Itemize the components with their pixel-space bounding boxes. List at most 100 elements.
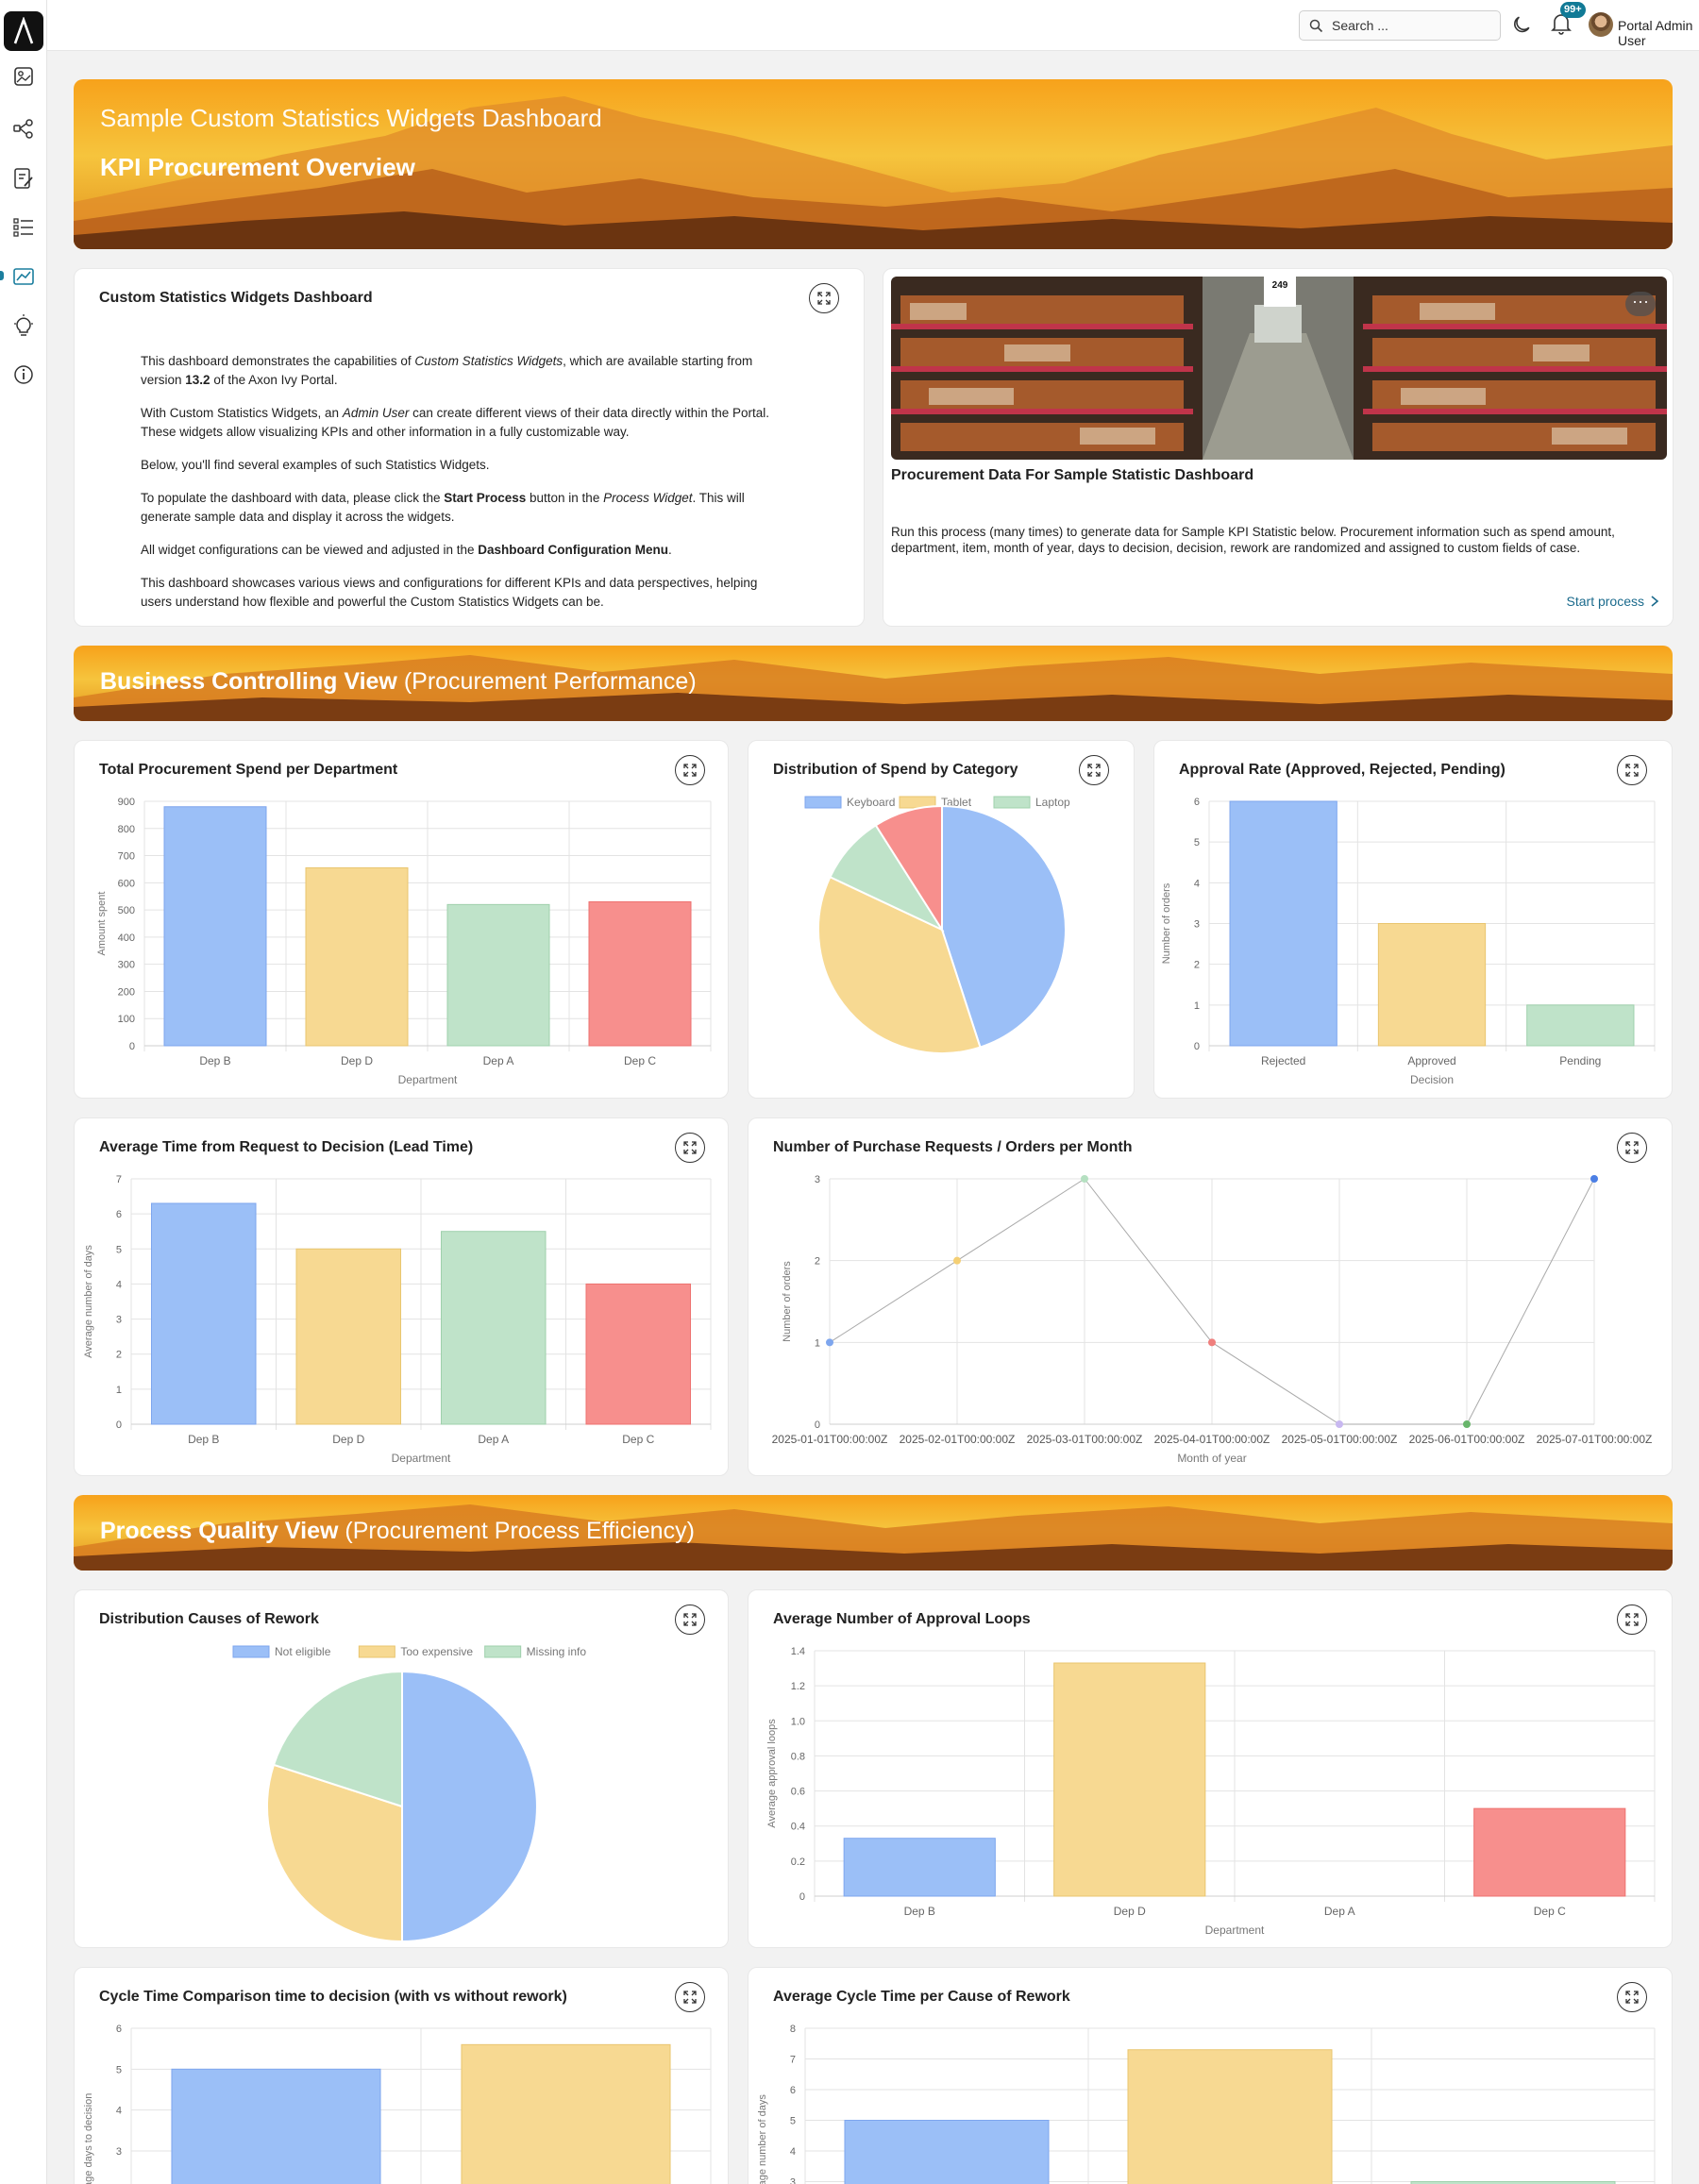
y-tick-label: 500 — [118, 905, 135, 916]
orders-chart-card: Number of Purchase Requests / Orders per… — [748, 1117, 1673, 1476]
leadtime-chart-card: Average Time from Request to Decision (L… — [74, 1117, 729, 1476]
case-list-icon[interactable] — [11, 215, 36, 240]
bar — [1053, 1662, 1206, 1897]
intro-card-title: Custom Statistics Widgets Dashboard — [99, 290, 373, 306]
y-tick-label: 5 — [116, 2064, 122, 2075]
legend-swatch — [358, 1645, 395, 1658]
section-title-business: Business Controlling View (Procurement P… — [100, 668, 697, 695]
axon-ivy-logo[interactable] — [4, 11, 43, 51]
bar — [1127, 2049, 1333, 2184]
expand-button[interactable] — [1617, 1604, 1647, 1635]
bar — [1229, 800, 1337, 1047]
y-tick-label: 0.6 — [791, 1787, 805, 1798]
expand-icon — [683, 1141, 697, 1154]
y-tick-label: 1 — [1194, 1000, 1200, 1012]
bar — [844, 2120, 1050, 2184]
y-tick-label: 800 — [118, 824, 135, 835]
process-icon[interactable] — [11, 117, 36, 142]
more-options-button[interactable]: ··· — [1625, 292, 1656, 316]
y-tick-label: 0 — [799, 1891, 805, 1903]
expand-button[interactable] — [675, 1604, 705, 1635]
approval-chart-card: Approval Rate (Approved, Rejected, Pendi… — [1153, 740, 1673, 1099]
y-axis-label: Average approval loops — [766, 1719, 778, 1828]
y-tick-label: 0 — [129, 1041, 135, 1052]
legend-swatch — [232, 1645, 270, 1658]
cause-chart-card: Average Cycle Time per Cause of Rework 0… — [748, 1967, 1673, 2184]
y-tick-label: 300 — [118, 960, 135, 971]
bar — [843, 1838, 996, 1897]
rework-pie-chart: Not eligible Too expensive Missing info — [232, 1645, 586, 1943]
process-title: Procurement Data For Sample Statistic Da… — [891, 467, 1254, 483]
expand-button[interactable] — [809, 283, 839, 313]
legend-label: Too expensive — [400, 1645, 473, 1658]
start-process-button[interactable]: Start process — [1567, 594, 1659, 609]
legend-swatch — [484, 1645, 522, 1658]
category-chart-card: Distribution of Spend by Category Keyboa… — [748, 740, 1135, 1099]
data-point — [953, 1256, 961, 1265]
expand-button[interactable] — [1617, 1133, 1647, 1163]
process-description: Run this process (many times) to generat… — [891, 525, 1615, 555]
y-tick-label: 2 — [815, 1256, 820, 1268]
expand-icon — [817, 292, 831, 305]
y-tick-label: 2 — [116, 1350, 122, 1361]
expand-button[interactable] — [675, 1982, 705, 2012]
y-tick-label: 100 — [118, 1014, 135, 1025]
start-process-label: Start process — [1566, 594, 1644, 609]
x-tick-label: 2025-07-01T00:00:00Z — [1537, 1433, 1653, 1446]
bar — [1377, 923, 1487, 1047]
expand-button[interactable] — [675, 755, 705, 785]
process-card: 249 ··· Procurement Data For Sample Stat… — [883, 268, 1674, 627]
data-point — [1590, 1175, 1598, 1183]
search-placeholder: Search ... — [1332, 18, 1388, 33]
statistics-icon[interactable] — [11, 264, 36, 289]
bar — [150, 1202, 257, 1425]
expand-icon — [1625, 1991, 1639, 2004]
x-tick-label: Dep A — [478, 1433, 509, 1446]
x-axis-label: Month of year — [1177, 1452, 1246, 1465]
data-point — [1208, 1338, 1216, 1347]
y-tick-label: 5 — [790, 2116, 796, 2127]
legend-swatch — [993, 796, 1031, 809]
user-name[interactable]: Portal Admin User — [1618, 18, 1699, 48]
x-tick-label: Dep D — [341, 1054, 373, 1067]
dashboard-icon[interactable] — [11, 64, 36, 89]
bar — [1526, 1004, 1635, 1047]
y-tick-label: 1.0 — [791, 1716, 805, 1727]
y-tick-label: 0 — [1194, 1041, 1200, 1052]
expand-button[interactable] — [675, 1133, 705, 1163]
x-axis-label: Department — [398, 1073, 458, 1086]
rework-chart-card: Distribution Causes of Rework Not eligib… — [74, 1589, 729, 1948]
chart-title: Average Number of Approval Loops — [773, 1611, 1031, 1627]
bar — [305, 867, 409, 1047]
avatar[interactable] — [1589, 12, 1613, 37]
logo-icon — [13, 17, 34, 44]
task-icon[interactable] — [11, 166, 36, 191]
expand-button[interactable] — [1617, 755, 1647, 785]
y-tick-label: 6 — [116, 1209, 122, 1220]
bar — [446, 903, 550, 1047]
dark-mode-icon[interactable] — [1513, 13, 1534, 34]
x-axis-label: Department — [1205, 1924, 1265, 1937]
lightbulb-icon[interactable] — [11, 313, 36, 338]
spend-chart-card: Total Procurement Spend per Department 0… — [74, 740, 729, 1099]
y-tick-label: 0 — [815, 1420, 820, 1431]
x-tick-label: Approved — [1407, 1054, 1455, 1067]
expand-icon — [683, 1991, 697, 2004]
y-tick-label: 3 — [790, 2177, 796, 2184]
topbar: Search ... 99+ Portal Admin User — [47, 0, 1699, 51]
bar — [171, 2068, 381, 2184]
price-tag: 249 — [1272, 280, 1288, 291]
expand-button[interactable] — [1079, 755, 1109, 785]
approval-bar-chart: 0 1 2 3 4 5 6 Number of orders Decision Rejected A… — [1161, 797, 1656, 1086]
search-input[interactable]: Search ... — [1299, 10, 1501, 41]
intro-card: Custom Statistics Widgets Dashboard This… — [74, 268, 865, 627]
x-tick-label: 2025-06-01T00:00:00Z — [1409, 1433, 1525, 1446]
expand-button[interactable] — [1617, 1982, 1647, 2012]
info-icon[interactable] — [11, 362, 36, 387]
category-pie-chart: KeyboardTabletLaptopMobile — [804, 796, 1070, 1054]
expand-icon — [683, 1613, 697, 1626]
expand-icon — [1625, 1141, 1639, 1154]
y-axis-label: Number of orders — [1161, 882, 1172, 964]
x-axis-label: Decision — [1410, 1073, 1454, 1086]
y-tick-label: 600 — [118, 878, 135, 889]
